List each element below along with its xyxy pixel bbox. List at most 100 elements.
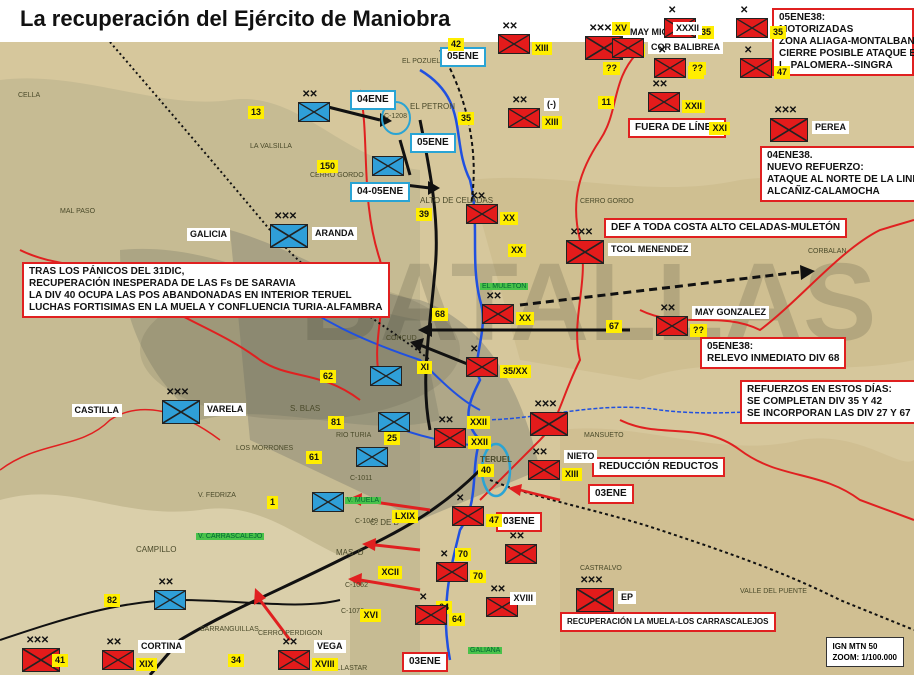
- unit-parent: 35: [770, 26, 787, 39]
- unit-symbol-icon: [656, 316, 688, 336]
- unit-parent: XXII: [682, 100, 706, 113]
- date-label: 03ENE: [402, 652, 448, 672]
- note-line: SE COMPLETAN DIV 35 Y 42: [747, 396, 883, 407]
- unit-number: XXXII: [672, 22, 702, 35]
- unit-symbol-icon: [415, 605, 447, 625]
- unit-parent: XXII: [468, 436, 492, 449]
- unit-number: 68: [431, 308, 448, 321]
- unit-number: 67: [605, 320, 622, 333]
- note-panicos: TRAS LOS PÁNICOS DEL 31DIC, RECUPERACIÓN…: [22, 262, 390, 318]
- unit-parent: XIX: [136, 658, 157, 671]
- unit-parent: 64: [449, 613, 466, 626]
- note-line: 05ENE38:: [707, 341, 754, 352]
- unit-echelon: ✕✕: [438, 415, 454, 426]
- note-line: L. PALOMERA--SINGRA: [779, 60, 893, 71]
- unit-number: XX: [507, 244, 526, 257]
- unit-number: 1: [266, 496, 278, 509]
- unit-number: 41: [51, 654, 68, 667]
- note-line: LA DIV 40 OCUPA LAS POS ABANDONADAS EN I…: [29, 290, 352, 301]
- unit-symbol-icon: [466, 357, 498, 377]
- unit-symbol-icon: [736, 18, 768, 38]
- note-line: 04ENE38.: [767, 150, 813, 161]
- place-label: GALIANA: [468, 647, 503, 654]
- note-line: MOTORIZADAS: [779, 24, 854, 35]
- unit-symbol-icon: [270, 224, 308, 248]
- place-label: SARRANGUILLAS: [200, 626, 259, 633]
- unit-echelon: ✕: [668, 5, 676, 16]
- unit-symbol-icon: [102, 650, 134, 670]
- unit-echelon: ✕✕✕: [580, 575, 603, 586]
- note-refuerzos: REFUERZOS EN ESTOS DÍAS: SE COMPLETAN DI…: [740, 380, 914, 424]
- note-recuperacion: RECUPERACIÓN LA MUELA-LOS CARRASCALEJOS: [560, 612, 776, 632]
- unit-symbol-icon: [372, 156, 404, 176]
- unit-number: XVI: [360, 609, 381, 622]
- unit-symbol-icon: [508, 108, 540, 128]
- unit-commander: VEGA: [314, 640, 346, 653]
- unit-number: XVIII: [510, 592, 536, 605]
- unit-echelon: ✕: [456, 493, 464, 504]
- place-label: LA VALSILLA: [250, 143, 292, 150]
- place-label: V. FEDRIZA: [198, 492, 236, 499]
- unit-symbol-icon: [648, 92, 680, 112]
- unit-parent: XX: [500, 212, 519, 225]
- unit-parent: XIII: [532, 42, 552, 55]
- unit-number: GALICIA: [187, 228, 230, 241]
- unit-number: ??: [603, 62, 620, 75]
- unit-symbol-icon: [370, 366, 402, 386]
- note-line: TRAS LOS PÁNICOS DEL 31DIC,: [29, 266, 185, 277]
- unit-number: 61: [305, 451, 322, 464]
- unit-symbol-icon: [278, 650, 310, 670]
- unit-echelon: ✕: [658, 45, 666, 56]
- note-line: ZONA ALIAGA-MONTALBAN: [779, 36, 914, 47]
- unit-echelon: ✕✕: [502, 21, 518, 32]
- unit-symbol-icon: [298, 102, 330, 122]
- unit-number: 81: [327, 416, 344, 429]
- unit-symbol-icon: [740, 58, 772, 78]
- unit-number: 42: [447, 38, 464, 51]
- place-label: MAL PASO: [60, 208, 96, 215]
- unit-echelon: ✕✕: [282, 637, 298, 648]
- note-line: ATAQUE AL NORTE DE LA LINEA: [767, 174, 914, 185]
- note-line: CIERRE POSIBLE ATAQUE EN: [779, 48, 914, 59]
- unit-symbol-icon: [436, 562, 468, 582]
- place-label: CERRO GORDO: [310, 172, 364, 179]
- place-label: C-1062: [345, 582, 368, 589]
- place-label: V. CARRASCALEJO: [196, 533, 265, 540]
- unit-symbol-icon: [162, 400, 200, 424]
- unit-echelon: ✕✕✕: [26, 635, 49, 646]
- place-label: CASTRALVO: [580, 565, 622, 572]
- scale-line: IGN MTN 50: [832, 642, 878, 651]
- unit-number: 82: [103, 594, 120, 607]
- place-label: VALLE DEL PUENTE: [740, 588, 807, 595]
- unit-number: 11: [598, 96, 614, 109]
- unit-number: CASTILLA: [71, 404, 122, 417]
- unit-commander: MAY GONZALEZ: [692, 306, 770, 319]
- scale-line: ZOOM: 1/100.000: [832, 653, 897, 662]
- place-label: CELLA: [18, 92, 41, 99]
- note-05ene38-motorizadas: 05ENE38: MOTORIZADAS ZONA ALIAGA-MONTALB…: [772, 8, 914, 76]
- unit-commander: EP: [618, 591, 637, 604]
- unit-parent: ??: [690, 324, 707, 337]
- note-relevo: 05ENE38: RELEVO INMEDIATO DIV 68: [700, 337, 847, 369]
- unit-symbol-icon: [498, 34, 530, 54]
- unit-echelon: ✕✕: [490, 584, 506, 595]
- unit-symbol-icon: [654, 58, 686, 78]
- unit-parent: XIII: [562, 468, 582, 481]
- unit-commander: NIETO: [564, 450, 598, 463]
- unit-echelon: ✕✕✕: [274, 211, 297, 222]
- date-label: 03ENE: [588, 484, 634, 504]
- note-line: SE INCORPORAN LAS DIV 27 Y 67: [747, 408, 911, 419]
- unit-echelon: ✕: [419, 592, 427, 603]
- date-label: 03ENE: [496, 512, 542, 532]
- unit-number: LXIX: [391, 510, 418, 523]
- note-line: NUEVO REFUERZO:: [767, 162, 864, 173]
- place-label: C-1011: [350, 475, 373, 482]
- note-def-costa: DEF A TODA COSTA ALTO CELADAS-MULETÓN: [604, 218, 848, 238]
- unit-parent: XIII: [542, 116, 562, 129]
- unit-echelon: ✕✕: [106, 637, 122, 648]
- note-reduccion: REDUCCIÓN REDUCTOS: [592, 457, 726, 477]
- map-title: La recuperación del Ejército de Maniobra: [20, 6, 451, 31]
- unit-symbol-icon: [612, 38, 644, 58]
- place-label: RIO TURIA: [336, 432, 372, 439]
- unit-echelon: ✕✕: [512, 95, 528, 106]
